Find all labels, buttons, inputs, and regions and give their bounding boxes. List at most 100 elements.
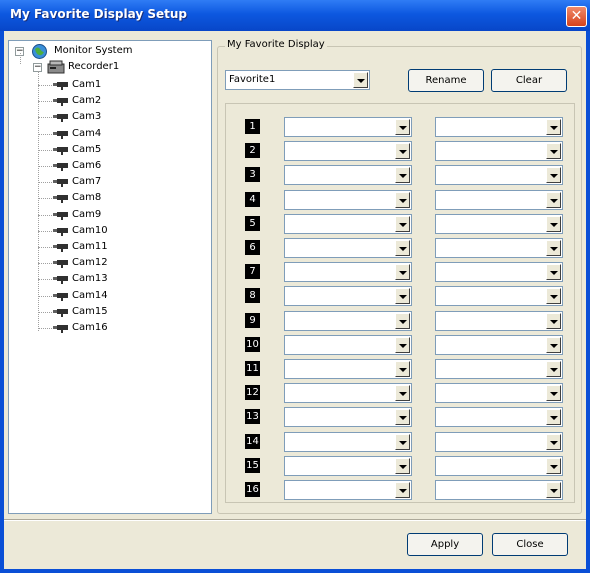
clear-button[interactable]: Clear: [491, 69, 567, 92]
chevron-down-icon[interactable]: [395, 336, 410, 353]
slot-camera-select-right[interactable]: [435, 117, 563, 137]
camera-icon: [53, 260, 68, 269]
chevron-down-icon[interactable]: [395, 143, 410, 160]
chevron-down-icon[interactable]: [395, 119, 410, 135]
tree-item-camera[interactable]: Cam3: [9, 110, 209, 125]
chevron-down-icon[interactable]: [546, 385, 561, 402]
tree-item-camera[interactable]: Cam6: [9, 159, 209, 174]
chevron-down-icon[interactable]: [395, 215, 410, 232]
apply-button[interactable]: Apply: [407, 533, 483, 556]
slot-camera-select-left[interactable]: [284, 262, 412, 283]
chevron-down-icon[interactable]: [546, 482, 561, 498]
camera-icon: [53, 325, 68, 333]
camera-icon: [53, 195, 68, 204]
chevron-down-icon[interactable]: [395, 361, 410, 377]
chevron-down-icon[interactable]: [395, 288, 410, 305]
favorite-select[interactable]: Favorite1: [225, 70, 370, 90]
slot-camera-select-left[interactable]: [284, 286, 412, 307]
slot-camera-select-left[interactable]: [284, 141, 412, 162]
tree-item-camera[interactable]: Cam14: [9, 289, 209, 304]
tree-item-camera[interactable]: Cam7: [9, 175, 209, 190]
chevron-down-icon[interactable]: [546, 167, 561, 184]
tree-connector: [38, 295, 52, 297]
chevron-down-icon[interactable]: [395, 167, 410, 184]
tree-item-camera[interactable]: Cam13: [9, 272, 209, 287]
title-bar[interactable]: My Favorite Display Setup ✕: [0, 0, 590, 31]
slot-camera-select-left[interactable]: [284, 117, 412, 137]
chevron-down-icon[interactable]: [546, 312, 561, 329]
slot-camera-select-right[interactable]: [435, 262, 563, 283]
slot-camera-select-left[interactable]: [284, 334, 412, 355]
slot-camera-select-right[interactable]: [435, 407, 563, 428]
slot-camera-select-left[interactable]: [284, 238, 412, 258]
close-window-button[interactable]: ✕: [566, 6, 587, 27]
tree-item-camera[interactable]: Cam4: [9, 127, 209, 142]
camera-icon: [53, 276, 68, 285]
chevron-down-icon[interactable]: [546, 143, 561, 160]
tree-item-camera[interactable]: Cam5: [9, 143, 209, 158]
slot-camera-select-left[interactable]: [284, 455, 412, 476]
tree-connector: [38, 230, 52, 232]
slot-camera-select-right[interactable]: [435, 383, 563, 404]
chevron-down-icon[interactable]: [353, 72, 368, 88]
slot-camera-select-left[interactable]: [284, 383, 412, 404]
close-button[interactable]: Close: [492, 533, 568, 556]
window-title: My Favorite Display Setup: [10, 7, 187, 21]
slot-camera-select-right[interactable]: [435, 189, 563, 210]
slot-camera-select-right[interactable]: [435, 431, 563, 452]
chevron-down-icon[interactable]: [546, 336, 561, 353]
tree-item-camera[interactable]: Cam8: [9, 191, 209, 206]
slot-camera-select-left[interactable]: [284, 165, 412, 186]
chevron-down-icon[interactable]: [395, 409, 410, 426]
tree-item-camera[interactable]: Cam10: [9, 224, 209, 239]
tree-item-camera[interactable]: Cam9: [9, 208, 209, 223]
chevron-down-icon[interactable]: [546, 191, 561, 208]
slot-camera-select-left[interactable]: [284, 310, 412, 331]
tree-item-camera[interactable]: Cam12: [9, 256, 209, 271]
slot-camera-select-left[interactable]: [284, 431, 412, 452]
tree-item-camera[interactable]: Cam11: [9, 240, 209, 255]
chevron-down-icon[interactable]: [546, 264, 561, 281]
tree-item-camera[interactable]: Cam16: [9, 321, 209, 336]
device-tree[interactable]: − Monitor System − Recorder1 Cam1 Cam2 Cam…: [8, 40, 212, 514]
chevron-down-icon[interactable]: [395, 457, 410, 474]
slot-camera-select-left[interactable]: [284, 480, 412, 500]
slot-camera-select-left[interactable]: [284, 189, 412, 210]
slot-camera-select-left[interactable]: [284, 359, 412, 379]
chevron-down-icon[interactable]: [546, 457, 561, 474]
chevron-down-icon[interactable]: [395, 385, 410, 402]
slot-camera-select-left[interactable]: [284, 213, 412, 234]
slot-camera-select-left[interactable]: [284, 407, 412, 428]
chevron-down-icon[interactable]: [395, 312, 410, 329]
tree-connector: [38, 117, 52, 119]
slot-camera-select-right[interactable]: [435, 359, 563, 379]
chevron-down-icon[interactable]: [395, 191, 410, 208]
tree-item-camera[interactable]: Cam2: [9, 94, 209, 109]
slot-camera-select-right[interactable]: [435, 238, 563, 258]
tree-item-recorder1[interactable]: − Recorder1: [9, 60, 209, 75]
chevron-down-icon[interactable]: [546, 361, 561, 377]
chevron-down-icon[interactable]: [395, 264, 410, 281]
chevron-down-icon[interactable]: [546, 288, 561, 305]
favorite-select-value: Favorite1: [229, 74, 276, 85]
slot-camera-select-right[interactable]: [435, 480, 563, 500]
slot-camera-select-right[interactable]: [435, 141, 563, 162]
chevron-down-icon[interactable]: [395, 240, 410, 256]
rename-button[interactable]: Rename: [408, 69, 484, 92]
tree-item-camera[interactable]: Cam1: [9, 78, 209, 93]
tree-item-camera[interactable]: Cam15: [9, 305, 209, 320]
chevron-down-icon[interactable]: [546, 433, 561, 450]
slot-camera-select-right[interactable]: [435, 213, 563, 234]
chevron-down-icon[interactable]: [395, 482, 410, 498]
slot-camera-select-right[interactable]: [435, 455, 563, 476]
slot-camera-select-right[interactable]: [435, 286, 563, 307]
chevron-down-icon[interactable]: [546, 119, 561, 135]
slot-camera-select-right[interactable]: [435, 165, 563, 186]
chevron-down-icon[interactable]: [546, 240, 561, 256]
chevron-down-icon[interactable]: [395, 433, 410, 450]
chevron-down-icon[interactable]: [546, 409, 561, 426]
tree-item-monitor-system[interactable]: − Monitor System: [9, 44, 209, 59]
slot-camera-select-right[interactable]: [435, 334, 563, 355]
slot-camera-select-right[interactable]: [435, 310, 563, 331]
chevron-down-icon[interactable]: [546, 215, 561, 232]
